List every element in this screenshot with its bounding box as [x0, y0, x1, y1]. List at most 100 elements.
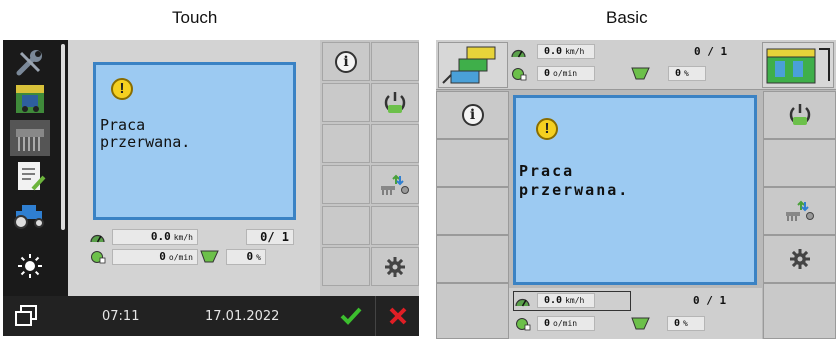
softkey-right-5[interactable] — [763, 283, 836, 339]
info-icon: i — [335, 50, 357, 73]
brightness-icon[interactable] — [10, 248, 50, 284]
touch-main-area: ! Praca przerwana. 0.0 km/h 0/ 1 0 o/min 0… — [68, 40, 320, 296]
settings-icon — [789, 249, 810, 269]
on-button[interactable] — [371, 83, 419, 122]
alarm-box: ! Praca przerwana. — [513, 95, 757, 285]
softkey-empty-4[interactable] — [371, 124, 419, 163]
tractor-map-icon[interactable] — [10, 81, 50, 117]
implement-button[interactable] — [371, 165, 419, 204]
speed-readout-top: 0.0 km/h — [537, 44, 595, 59]
softkey-left-2[interactable] — [436, 139, 509, 187]
hopper-icon — [200, 250, 220, 269]
alarm-box: ! Praca przerwana. — [93, 62, 296, 220]
rpm-icon — [511, 67, 527, 86]
hopper-icon — [631, 317, 651, 336]
softkey-empty-5[interactable] — [322, 165, 370, 204]
percent-value: 0 — [675, 68, 682, 79]
speed-unit: km/h — [565, 47, 585, 56]
speed-unit: km/h — [173, 233, 193, 242]
seeder-icon[interactable] — [10, 120, 50, 156]
speed-value: 0.0 — [150, 230, 171, 243]
percent-unit: % — [684, 69, 689, 78]
hopper-icon — [631, 67, 651, 86]
wrench-icon[interactable] — [10, 44, 50, 80]
rpm-value: 0 — [159, 250, 166, 263]
counter-readout: 0/ 1 — [246, 229, 294, 245]
softkey-empty-1[interactable] — [371, 42, 419, 81]
percent-readout-top: 0% — [668, 66, 706, 81]
basic-heading: Basic — [606, 8, 648, 27]
settings-button[interactable] — [763, 235, 836, 283]
clock-date: 17.01.2022 — [205, 309, 280, 324]
sidebar-scrollbar[interactable] — [61, 44, 65, 230]
cancel-button[interactable] — [375, 296, 419, 336]
softkey-left-5[interactable] — [436, 283, 509, 339]
info-button[interactable]: i — [436, 91, 509, 139]
alarm-message: Praca przerwana. — [519, 162, 629, 200]
on-button[interactable] — [763, 91, 836, 139]
speedometer-icon — [90, 230, 105, 248]
rpm-unit: o/min — [168, 253, 193, 262]
rpm-value: 0 — [544, 68, 551, 79]
speed-value: 0.0 — [544, 295, 563, 306]
implement-arrows-icon — [785, 200, 814, 221]
rpm-unit: o/min — [553, 319, 578, 328]
on-icon — [384, 91, 406, 113]
softkey-empty-7[interactable] — [371, 206, 419, 245]
rpm-readout: 0 o/min — [112, 249, 198, 265]
rpm-icon — [515, 317, 531, 336]
touch-sidebar — [3, 40, 58, 296]
speed-readout-bottom: 0.0 km/h — [537, 293, 595, 308]
alarm-line-2: przerwana. — [100, 133, 191, 151]
info-icon: i — [461, 104, 484, 126]
rpm-icon — [90, 250, 106, 269]
basic-top-status: 0.0 km/h 0 / 1 0 o/min 0% — [436, 40, 836, 90]
implement-button[interactable] — [763, 187, 836, 235]
basic-terminal: 0.0 km/h 0 / 1 0 o/min 0% i ! Praca przerw… — [436, 40, 836, 339]
field-map-return-icon[interactable] — [762, 42, 834, 88]
speedometer-icon — [515, 294, 530, 312]
touch-heading: Touch — [172, 8, 218, 27]
warning-icon: ! — [536, 118, 558, 140]
on-icon — [789, 104, 810, 125]
softkey-empty-3[interactable] — [322, 124, 370, 163]
softkey-right-2[interactable] — [763, 139, 836, 187]
alarm-line-1: Praca — [519, 162, 575, 180]
touch-softkey-bar: i — [320, 40, 419, 296]
settings-button[interactable] — [371, 247, 419, 286]
percent-unit: % — [683, 319, 688, 328]
confirm-button[interactable] — [328, 296, 373, 336]
notepad-icon[interactable] — [10, 158, 50, 194]
touch-terminal: ! Praca przerwana. 0.0 km/h 0/ 1 0 o/min 0… — [3, 40, 419, 336]
rpm-readout-top: 0 o/min — [537, 66, 595, 81]
softkey-left-3[interactable] — [436, 187, 509, 235]
percent-readout-bottom: 0% — [667, 316, 705, 331]
implement-arrows-icon — [381, 174, 409, 195]
percent-value: 0 — [674, 318, 681, 329]
warning-icon: ! — [111, 78, 133, 100]
speedometer-icon — [511, 45, 526, 63]
alarm-message: Praca przerwana. — [100, 117, 190, 151]
softkey-empty-6[interactable] — [322, 206, 370, 245]
close-icon — [389, 307, 406, 325]
alarm-line-1: Praca — [100, 116, 146, 134]
window-switch-icon[interactable] — [14, 304, 38, 333]
settings-icon — [385, 256, 405, 277]
percent-readout: 0% — [226, 249, 266, 265]
touch-status-bar: 07:11 17.01.2022 — [3, 296, 419, 336]
softkey-empty-8[interactable] — [322, 247, 370, 286]
tractor-icon[interactable] — [10, 196, 50, 232]
speed-unit: km/h — [565, 296, 585, 305]
speed-value: 0.0 — [544, 46, 563, 57]
counter-readout-top: 0 / 1 — [694, 45, 728, 58]
info-button[interactable]: i — [322, 42, 370, 81]
alarm-line-2: przerwana. — [519, 181, 630, 199]
check-icon — [340, 307, 361, 325]
basic-bottom-status: 0.0 km/h 0 / 1 0 o/min 0% — [509, 288, 762, 339]
percent-value: 0 — [246, 250, 254, 263]
rpm-value: 0 — [544, 318, 551, 329]
field-map-icon[interactable] — [438, 42, 508, 88]
softkey-empty-2[interactable] — [322, 83, 370, 122]
rpm-unit: o/min — [553, 69, 578, 78]
softkey-left-4[interactable] — [436, 235, 509, 283]
